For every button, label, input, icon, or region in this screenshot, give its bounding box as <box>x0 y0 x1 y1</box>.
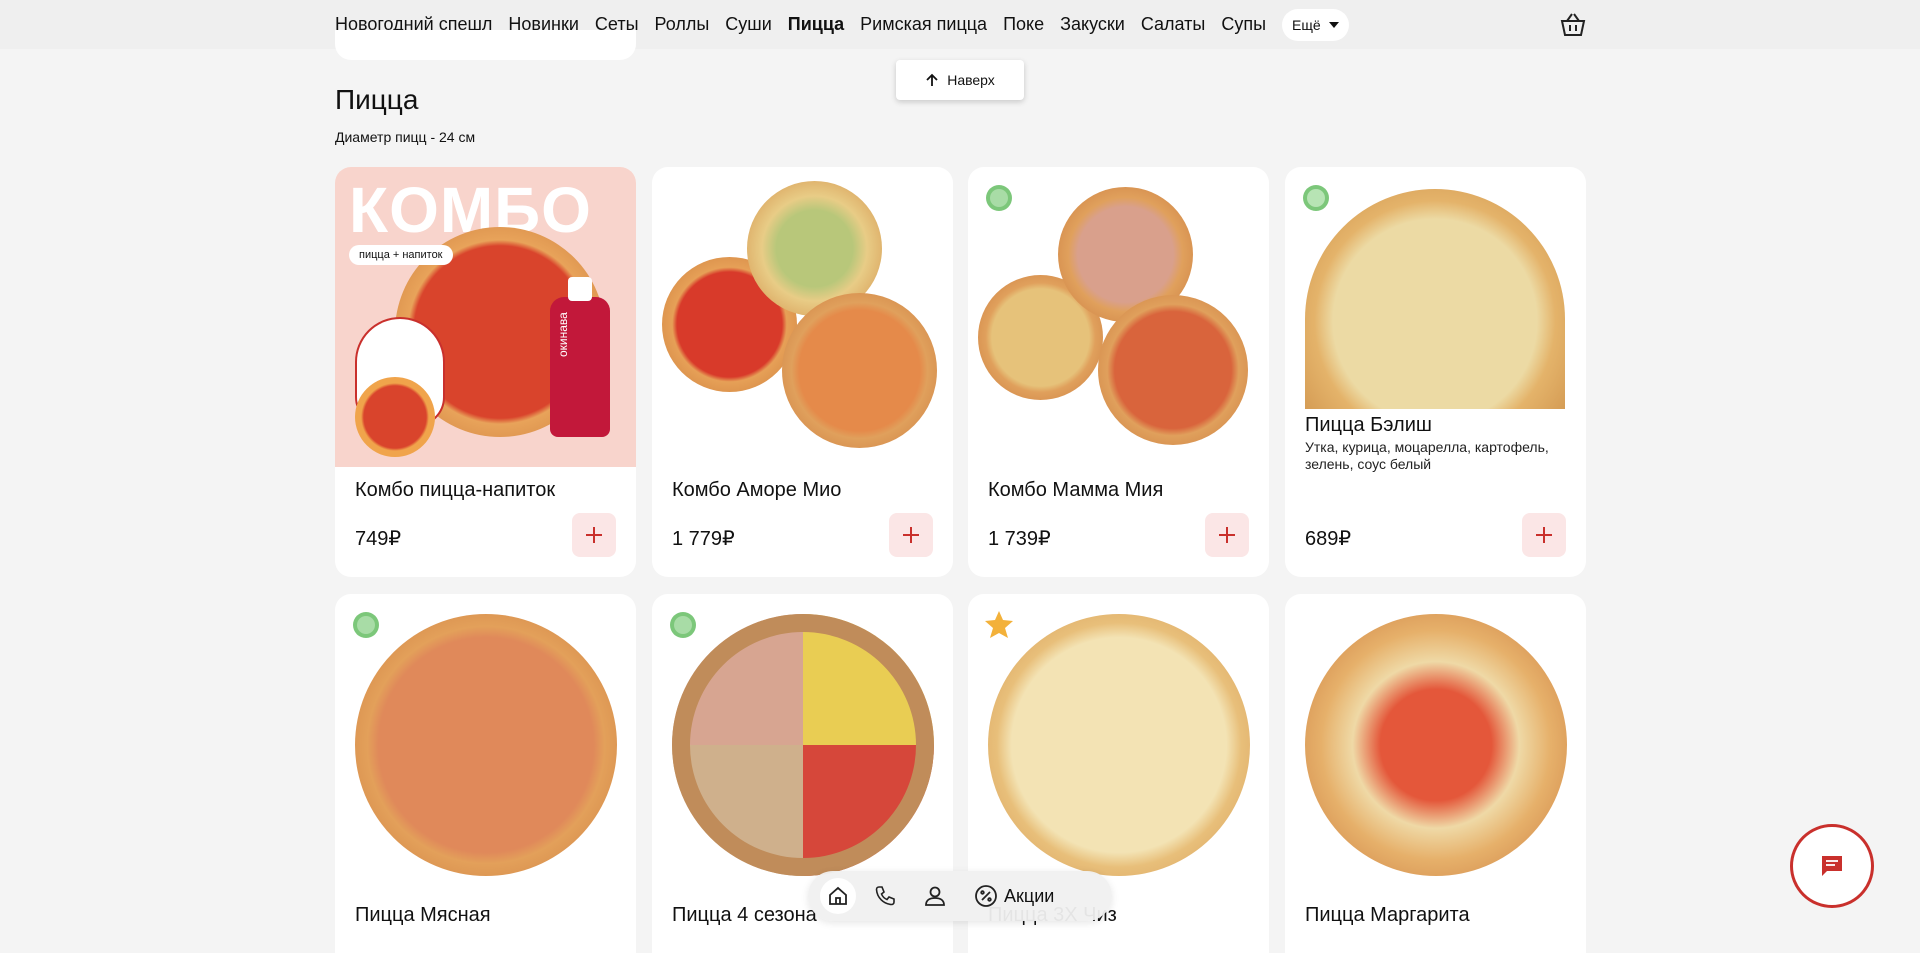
bottle-label: окинава <box>556 312 570 357</box>
product-name: Комбо Мамма Мия <box>988 479 1164 501</box>
bottle-cap <box>568 277 592 301</box>
nav-item-snacks[interactable]: Закуски <box>1060 14 1125 35</box>
arrow-up-icon <box>926 73 938 86</box>
promo-tag: пицца + напиток <box>349 245 453 265</box>
product-name: Пицца Маргарита <box>1305 904 1470 926</box>
product-price: 1 779₽ <box>672 528 735 550</box>
add-to-cart-button[interactable] <box>1522 513 1566 557</box>
pizza-image <box>1098 295 1248 445</box>
plus-icon <box>903 527 919 543</box>
nav-item-salads[interactable]: Салаты <box>1141 14 1206 35</box>
scroll-top-button[interactable]: Наверх <box>896 60 1024 100</box>
product-name: Пицца 4 сезона <box>672 904 817 926</box>
nav-item-roman-pizza[interactable]: Римская пицца <box>860 14 987 35</box>
hit-badge-icon <box>984 610 1014 640</box>
product-card[interactable]: Пицца Мясная <box>335 594 636 953</box>
nav-item-poke[interactable]: Поке <box>1003 14 1044 35</box>
product-description: Утка, курица, моцарелла, картофель, зеле… <box>1305 439 1549 472</box>
nav-item-rolls[interactable]: Роллы <box>655 14 710 35</box>
new-badge-icon <box>668 610 698 640</box>
product-price: 749₽ <box>355 528 402 550</box>
product-name: Пицца Мясная <box>355 904 491 926</box>
product-card[interactable]: Пицца Маргарита <box>1285 594 1586 953</box>
mascot-pizza <box>355 377 435 457</box>
pizza-image <box>1305 189 1565 409</box>
product-name: Комбо пицца-напиток <box>355 479 556 501</box>
pizza-image <box>988 614 1250 876</box>
product-image <box>968 594 1269 894</box>
chat-button[interactable] <box>1790 824 1874 908</box>
percent-icon <box>975 885 997 907</box>
add-to-cart-button[interactable] <box>572 513 616 557</box>
basket-icon[interactable] <box>1559 11 1587 37</box>
product-price: 689₽ <box>1305 528 1352 550</box>
product-name: Комбо Аморе Мио <box>672 479 842 501</box>
promotions-label: Акции <box>1004 885 1055 906</box>
home-icon[interactable] <box>820 878 856 914</box>
product-image <box>652 167 953 467</box>
product-image <box>335 594 636 894</box>
new-badge-icon <box>1301 183 1331 213</box>
section-subtitle: Диаметр пицц - 24 см <box>335 129 476 145</box>
product-card[interactable]: Комбо Мамма Мия 1 739₽ <box>968 167 1269 577</box>
new-badge-icon <box>351 610 381 640</box>
product-image: КОМБО пицца + напиток окинава <box>335 167 636 467</box>
product-image <box>652 594 953 894</box>
chat-icon <box>1822 856 1842 876</box>
add-to-cart-button[interactable] <box>889 513 933 557</box>
pizza-image <box>672 614 934 876</box>
pizza-image <box>782 293 937 448</box>
previous-card-edge <box>335 30 636 60</box>
product-image <box>1285 594 1586 894</box>
pizza-image <box>355 614 617 876</box>
nav-item-sushi[interactable]: Суши <box>725 14 772 35</box>
promotions-link[interactable]: Акции <box>974 884 1054 908</box>
scroll-top-label: Наверх <box>947 72 995 88</box>
product-card[interactable]: Комбо Аморе Мио 1 779₽ <box>652 167 953 577</box>
product-price: 1 739₽ <box>988 528 1051 550</box>
plus-icon <box>1536 527 1552 543</box>
phone-icon[interactable] <box>870 881 900 911</box>
pizza-image <box>1305 614 1567 876</box>
nav-item-soups[interactable]: Супы <box>1221 14 1266 35</box>
plus-icon <box>1219 527 1235 543</box>
bottom-navigation-bar: Акции <box>808 871 1112 921</box>
more-label: Ещё <box>1292 16 1321 33</box>
new-badge-icon <box>984 183 1014 213</box>
add-to-cart-button[interactable] <box>1205 513 1249 557</box>
section-title: Пицца <box>335 84 419 115</box>
more-dropdown[interactable]: Ещё <box>1282 8 1349 41</box>
user-icon[interactable] <box>920 881 950 911</box>
plus-icon <box>586 527 602 543</box>
nav-item-pizza[interactable]: Пицца <box>788 14 844 35</box>
top-navigation: Новогодний спешл Новинки Сеты Роллы Суши… <box>0 0 1920 49</box>
product-name: Пицца Бэлиш <box>1305 414 1432 436</box>
drink-bottle: окинава <box>550 277 610 437</box>
product-image <box>968 167 1269 467</box>
caret-down-icon <box>1328 21 1339 28</box>
product-card[interactable]: Пицца Бэлиш Утка, курица, моцарелла, кар… <box>1285 167 1586 577</box>
product-card[interactable]: КОМБО пицца + напиток окинава Комбо пицц… <box>335 167 636 577</box>
